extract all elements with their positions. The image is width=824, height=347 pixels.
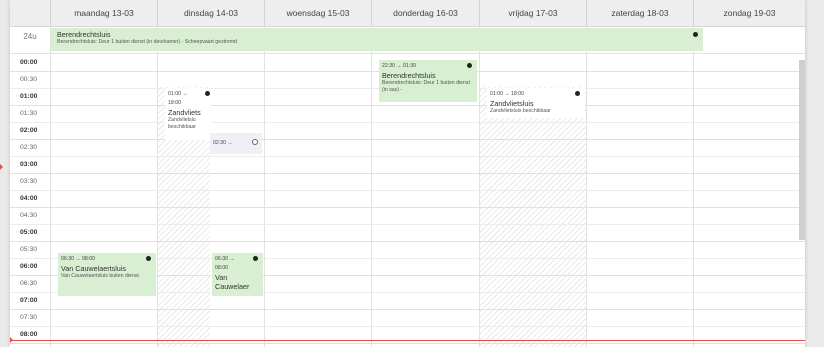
time-label: 02:30 bbox=[20, 144, 38, 151]
column-divider bbox=[50, 26, 51, 347]
time-label: 07:00 bbox=[20, 297, 38, 304]
grid-line bbox=[10, 173, 805, 174]
time-label: 03:00 bbox=[20, 161, 38, 168]
grid-line bbox=[10, 156, 805, 157]
event-time: 22:30 → 01:30 bbox=[382, 63, 417, 69]
grid-line bbox=[10, 139, 805, 140]
calendar-header: maandag 13-03 dinsdag 14-03 woensdag 15-… bbox=[10, 0, 805, 27]
grid-line bbox=[10, 241, 805, 242]
grid-line bbox=[10, 105, 805, 106]
time-label: 06:30 bbox=[20, 280, 38, 287]
event-time: 01:00 → bbox=[168, 91, 188, 97]
day-header-thu[interactable]: donderdag 16-03 bbox=[371, 0, 479, 26]
event-title: Berendrechtsluis bbox=[382, 71, 436, 80]
column-divider bbox=[586, 26, 587, 347]
event-description: Van Cauwelaertsluis buiten dienst bbox=[61, 273, 139, 279]
event-zandvlietsluis-tue[interactable]: 01:00 → 18:00 Zandvliets Zandvlietslu be… bbox=[165, 88, 211, 140]
event-title: Berendrechtsluis bbox=[57, 30, 111, 39]
event-title-cont: Cauwelaer bbox=[215, 282, 250, 291]
event-status-dot-icon bbox=[205, 91, 210, 96]
time-label: 02:00 bbox=[20, 127, 38, 134]
event-title: Van Cauwelaertsluis bbox=[61, 264, 126, 273]
grid-line bbox=[10, 343, 805, 344]
event-title: Zandvlietsluis bbox=[490, 99, 534, 108]
event-description: Berendrechtsluis: Deur 1 buiten dienst (… bbox=[382, 80, 470, 93]
time-label: 05:30 bbox=[20, 246, 38, 253]
day-header-sun[interactable]: zondag 19-03 bbox=[693, 0, 805, 26]
allday-divider bbox=[10, 53, 805, 54]
time-label: 04:00 bbox=[20, 195, 38, 202]
week-calendar: maandag 13-03 dinsdag 14-03 woensdag 15-… bbox=[10, 0, 805, 347]
time-label: 08:00 bbox=[20, 331, 38, 338]
column-divider bbox=[693, 26, 694, 347]
time-label: 00:30 bbox=[20, 76, 38, 83]
time-label: 06:00 bbox=[20, 263, 38, 270]
time-label: 03:30 bbox=[20, 178, 38, 185]
event-status-dot-icon bbox=[693, 32, 698, 37]
column-divider bbox=[264, 26, 265, 347]
event-title: Zandvliets bbox=[168, 108, 201, 117]
event-title: Van bbox=[215, 273, 228, 282]
event-status-dot-icon bbox=[467, 63, 472, 68]
event-van-cauwelaertsluis-mon[interactable]: 06:30 → 08:00 Van Cauwelaertsluis Van Ca… bbox=[58, 253, 156, 296]
day-header-mon[interactable]: maandag 13-03 bbox=[50, 0, 157, 26]
allday-label: 24u bbox=[23, 32, 37, 41]
event-status-dot-icon bbox=[575, 91, 580, 96]
event-zandvlietsluis-fri[interactable]: 01:00 → 18:00 Zandvlietsluis Zandvlietsl… bbox=[487, 88, 585, 118]
time-label: 01:00 bbox=[20, 93, 38, 100]
column-divider bbox=[157, 26, 158, 347]
current-time-marker-outer bbox=[0, 164, 3, 170]
grid-line bbox=[10, 224, 805, 225]
current-time-line bbox=[10, 340, 805, 341]
event-status-dot-icon bbox=[253, 256, 258, 261]
column-divider bbox=[479, 26, 480, 347]
event-description: Berendrechtsluis: Deur 1 buiten dienst (… bbox=[57, 39, 237, 45]
time-label: 05:00 bbox=[20, 229, 38, 236]
column-divider bbox=[371, 26, 372, 347]
event-time-end: 08:00 bbox=[215, 265, 228, 271]
time-label: 07:30 bbox=[20, 314, 38, 321]
event-van-cauwelaertsluis-tue[interactable]: 06:30 → 08:00 Van Cauwelaer bbox=[212, 253, 263, 296]
time-label: 04:30 bbox=[20, 212, 38, 219]
day-header-sat[interactable]: zaterdag 18-03 bbox=[586, 0, 693, 26]
unavailable-area-fri bbox=[479, 87, 586, 347]
event-berendrechtsluis-thu[interactable]: 22:30 → 01:30 Berendrechtsluis Berendrec… bbox=[379, 60, 477, 102]
event-time: 01:00 → 18:00 bbox=[490, 91, 525, 97]
day-header-wed[interactable]: woensdag 15-03 bbox=[264, 0, 371, 26]
current-time-marker bbox=[10, 337, 13, 343]
event-description: Zandvlietslu beschikbaar bbox=[168, 117, 196, 130]
grid-line bbox=[10, 122, 805, 123]
time-label: 00:00 bbox=[20, 59, 38, 66]
grid-line bbox=[10, 309, 805, 310]
time-label: 01:30 bbox=[20, 110, 38, 117]
event-grey-tue[interactable]: 02:30 → bbox=[210, 133, 262, 154]
event-time-end: 18:00 bbox=[168, 100, 181, 106]
event-time: 06:30 → 08:00 bbox=[61, 256, 96, 262]
event-status-hollow-dot-icon bbox=[252, 139, 258, 145]
day-header-fri[interactable]: vrijdag 17-03 bbox=[479, 0, 586, 26]
grid-line bbox=[10, 326, 805, 327]
event-status-dot-icon bbox=[146, 256, 151, 261]
event-description: Zandvlietsluis beschikbaar bbox=[490, 108, 551, 114]
grid-line bbox=[10, 207, 805, 208]
vertical-scrollbar[interactable] bbox=[799, 60, 805, 240]
grid-line bbox=[10, 190, 805, 191]
allday-event-berendrechtsluis[interactable]: Berendrechtsluis Berendrechtsluis: Deur … bbox=[51, 28, 703, 51]
day-header-tue[interactable]: dinsdag 14-03 bbox=[157, 0, 264, 26]
